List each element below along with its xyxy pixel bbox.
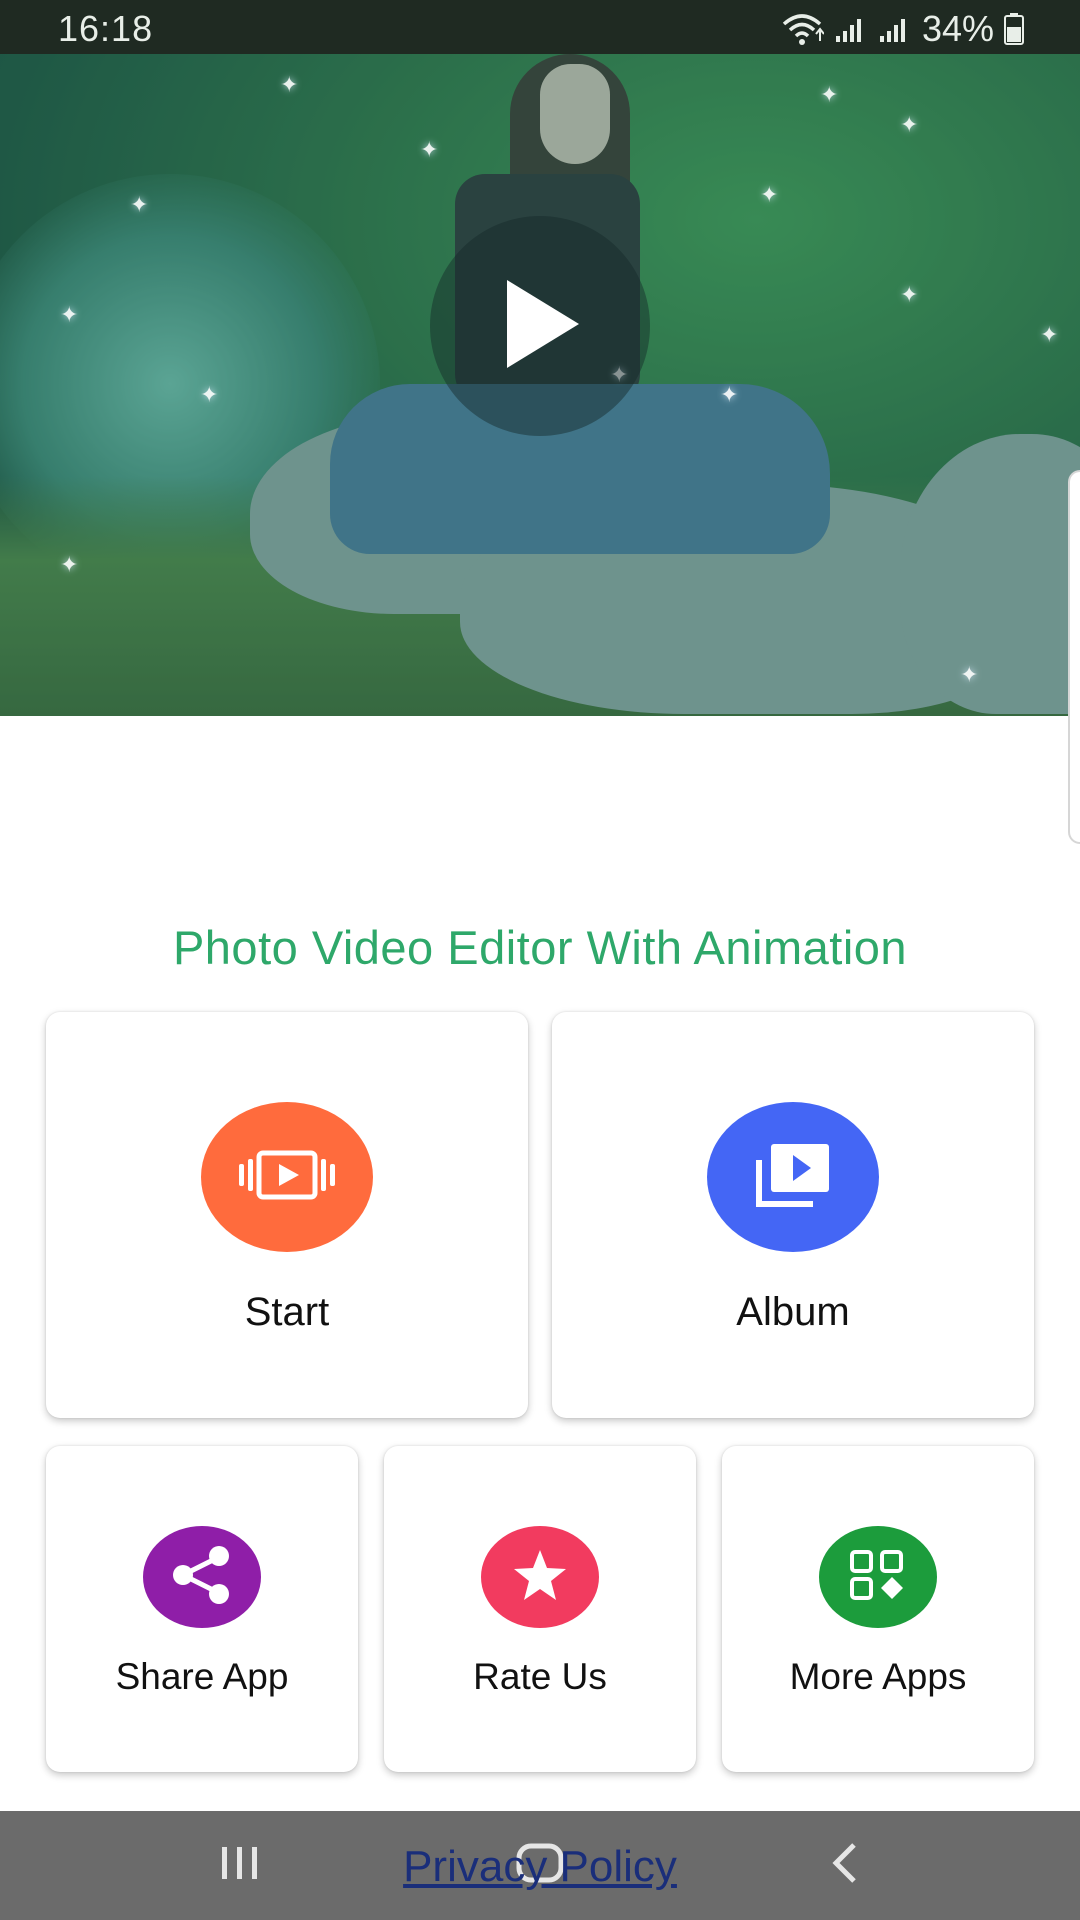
sparkle: ✦ <box>280 72 299 97</box>
more-apps-icon-circle <box>819 1526 937 1628</box>
sparkle: ✦ <box>1040 322 1059 347</box>
sparkle: ✦ <box>900 282 919 307</box>
star-icon <box>512 1548 568 1607</box>
signal-icon <box>834 14 868 44</box>
app-title: Photo Video Editor With Animation <box>172 921 908 974</box>
share-app-button[interactable]: Share App <box>46 1446 358 1772</box>
battery-percent: 34% <box>921 8 994 49</box>
rate-us-button[interactable]: Rate Us <box>384 1446 696 1772</box>
share-icon-circle <box>143 1526 261 1628</box>
sparkle: ✦ <box>60 302 79 327</box>
video-library-icon <box>753 1140 833 1215</box>
signal-icon <box>878 14 912 44</box>
sparkle: ✦ <box>200 382 219 407</box>
rate-us-label: Rate Us <box>473 1656 607 1697</box>
share-app-label: Share App <box>115 1656 289 1697</box>
video-film-icon <box>237 1150 337 1205</box>
status-bar: 16:18 34% <box>0 0 1080 54</box>
more-apps-label: More Apps <box>789 1656 967 1697</box>
sparkle: ✦ <box>60 552 79 577</box>
sparkle: ✦ <box>420 137 439 162</box>
album-button[interactable]: Album <box>552 1012 1034 1418</box>
start-label: Start <box>244 1290 330 1334</box>
rate-icon-circle <box>481 1526 599 1628</box>
album-label: Album <box>736 1290 850 1334</box>
video-preview[interactable]: ✦ ✦ ✦ ✦ ✦ ✦ ✦ ✦ ✦ ✦ ✦ ✦ ✦ ✦ <box>0 54 1080 716</box>
sparkle: ✦ <box>760 182 779 207</box>
status-icons: 34% <box>780 8 1024 50</box>
sparkle: ✦ <box>720 382 739 407</box>
start-icon-circle <box>201 1102 373 1252</box>
sparkle: ✦ <box>900 112 919 137</box>
side-panel-handle[interactable] <box>1068 470 1080 844</box>
start-button[interactable]: Start <box>46 1012 528 1418</box>
wifi-icon <box>780 12 824 46</box>
privacy-policy-link[interactable]: Privacy Policy <box>0 1842 1080 1892</box>
apps-grid-icon <box>848 1549 908 1606</box>
more-apps-button[interactable]: More Apps <box>722 1446 1034 1772</box>
sparkle: ✦ <box>820 82 839 107</box>
battery-icon <box>1004 13 1024 45</box>
sparkle: ✦ <box>960 662 979 687</box>
sparkle: ✦ <box>130 192 149 217</box>
album-icon-circle <box>707 1102 879 1252</box>
status-time: 16:18 <box>58 8 154 49</box>
play-icon <box>495 274 585 379</box>
share-icon <box>169 1545 235 1610</box>
play-button[interactable] <box>430 216 650 436</box>
